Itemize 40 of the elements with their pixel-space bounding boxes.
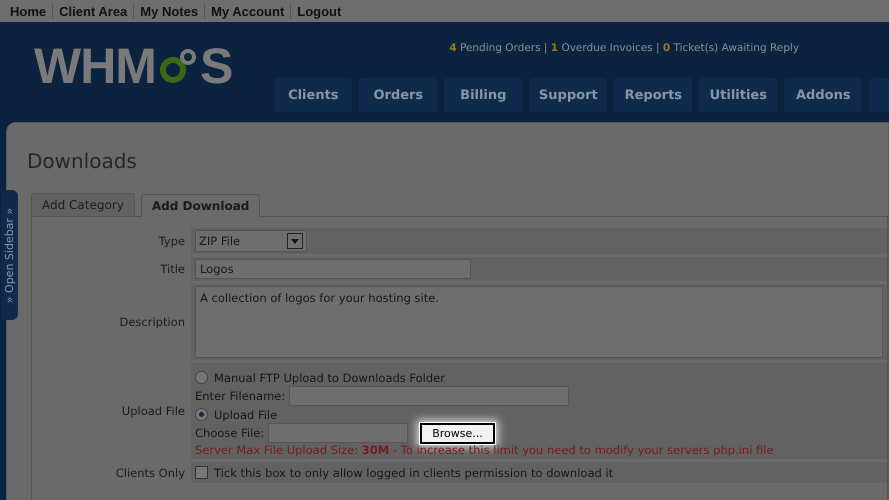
radio-label: Upload File <box>214 408 278 422</box>
field-label: Type <box>158 234 185 248</box>
field-label: Description <box>120 315 185 329</box>
open-sidebar-tab[interactable]: » Open Sidebar » <box>1 190 18 320</box>
nav-tab[interactable]: Reports <box>614 78 692 112</box>
admin-stats: 4 Pending Orders | 1 Overdue Invoices | 0 Ticket(s) Awaiting Reply <box>448 42 800 54</box>
description-field[interactable]: A collection of logos for your hosting site. <box>195 286 883 358</box>
top-nav-link[interactable]: Home <box>6 4 52 18</box>
field-label: Clients Only <box>116 466 185 480</box>
type-dropdown[interactable]: ZIP File <box>195 230 307 252</box>
nav-tab[interactable]: Orders <box>359 78 438 112</box>
field-label: Title <box>160 262 185 276</box>
radio-button[interactable] <box>195 371 208 384</box>
logo-text: WHM <box>34 37 156 95</box>
top-nav-link[interactable]: Client Area <box>52 4 134 18</box>
filename-field[interactable] <box>289 386 570 406</box>
tab[interactable]: Add Category <box>31 193 135 216</box>
nav-tab[interactable]: Billing <box>444 78 522 112</box>
top-nav-link[interactable]: Logout <box>290 4 348 18</box>
radio-label: Manual FTP Upload to Downloads Folder <box>214 370 445 384</box>
top-nav-link[interactable]: My Notes <box>133 4 204 18</box>
upload-size-note: Server Max File Upload Size: 30M - To increase this limit you need to modify your servers php.ini file <box>195 443 775 457</box>
nav-tab[interactable]: Support <box>529 78 608 112</box>
radio-button[interactable] <box>195 408 208 421</box>
field-label: Enter Filename: <box>195 389 286 403</box>
logo-text: S <box>200 37 232 95</box>
tab[interactable]: Add Download <box>140 194 260 217</box>
browse-button[interactable]: Browse... <box>420 422 495 444</box>
nav-tab[interactable]: Addons <box>784 78 862 112</box>
page-title: Downloads <box>27 148 138 173</box>
title-field[interactable]: Logos <box>195 259 471 279</box>
top-nav-link[interactable]: My Account <box>204 4 290 18</box>
field-label: Upload File <box>122 404 185 418</box>
checkbox[interactable] <box>195 466 208 479</box>
nav-tab[interactable]: Clients <box>274 78 352 112</box>
file-field[interactable] <box>268 423 408 443</box>
field-label: Choose File: <box>195 426 264 440</box>
nav-tab[interactable]: Utilities <box>699 78 778 112</box>
checkbox-label: Tick this box to only allow logged in clients permission to download it <box>214 466 614 480</box>
caret-icon <box>291 238 299 244</box>
